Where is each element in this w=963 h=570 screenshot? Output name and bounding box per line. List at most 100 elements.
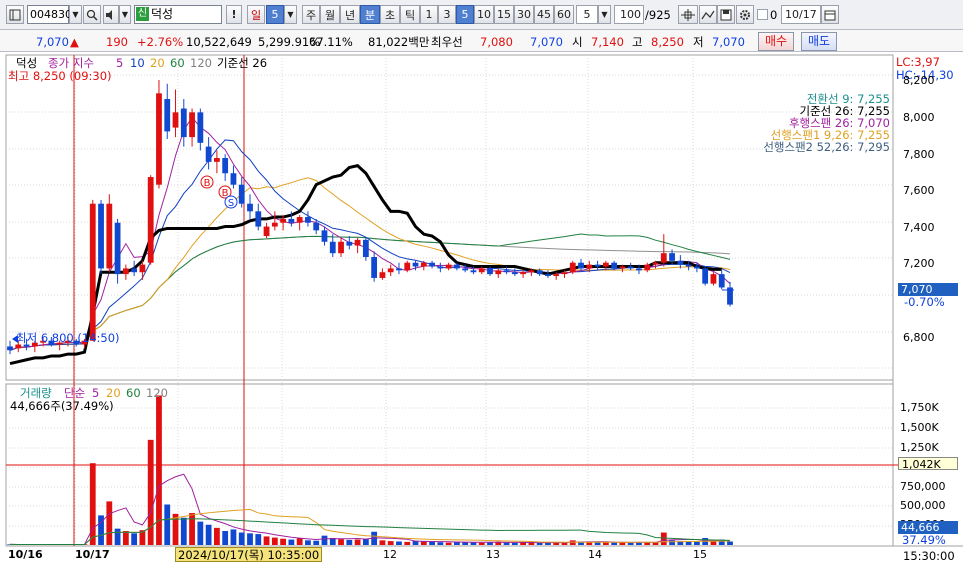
toggle-checkbox[interactable]	[757, 9, 768, 20]
candle-body	[98, 203, 104, 269]
calendar-icon[interactable]	[821, 5, 839, 24]
price-change: 190	[106, 35, 128, 49]
period-tick-button[interactable]: 틱	[400, 5, 420, 24]
volume-bar	[156, 395, 162, 545]
price-axis-tick: 6,800	[903, 331, 935, 344]
candle-body	[230, 173, 237, 185]
candle-body	[528, 270, 535, 273]
volume-axis-tick: 1,500K	[900, 421, 939, 434]
volume-reference-tag: 1,042K	[898, 457, 958, 471]
volume-bar	[189, 513, 195, 545]
interval-button-3[interactable]: 3	[438, 5, 456, 24]
volume-bar	[180, 517, 187, 545]
candle-body	[586, 264, 593, 269]
volume-bar	[247, 533, 253, 545]
time-axis-label: 12	[383, 548, 397, 561]
candle-body	[677, 260, 684, 265]
volume-bar	[106, 501, 113, 545]
time-axis-label: 10/17	[75, 548, 110, 561]
volume-bar	[205, 524, 212, 545]
signal-marker-text: B	[204, 178, 211, 189]
current-price-pct: -0.70%	[904, 295, 945, 309]
period-day-button[interactable]: 일	[247, 5, 265, 24]
interval-select[interactable]: 5	[576, 5, 598, 24]
crosshair-tool-icon[interactable]	[678, 5, 698, 24]
interval-button-10[interactable]: 10	[474, 5, 494, 24]
settings-gear-icon[interactable]	[736, 5, 754, 24]
search-icon[interactable]	[83, 5, 101, 24]
candle-body	[122, 268, 129, 275]
current-price: 7,070	[36, 35, 69, 49]
candle-body	[263, 226, 270, 237]
volume-bar	[429, 541, 435, 545]
candle-body	[694, 266, 700, 269]
interval-button-1[interactable]: 1	[420, 5, 438, 24]
volume-bar	[164, 504, 171, 545]
interval-button-30[interactable]: 30	[514, 5, 534, 24]
candle-body	[354, 239, 361, 246]
candle-body	[280, 218, 286, 223]
volume-bar	[222, 530, 229, 545]
period-dropdown-icon[interactable]: ▼	[284, 5, 297, 24]
speaker-dropdown-icon[interactable]: ▼	[119, 5, 131, 24]
period-minute-button[interactable]: 분	[360, 5, 380, 24]
candle-body	[545, 274, 551, 277]
volume-bar	[478, 542, 485, 545]
volume-bar	[313, 540, 320, 545]
candle-body	[362, 239, 369, 257]
candle-body	[288, 218, 295, 223]
legend-ma-120: 120	[190, 56, 212, 70]
interval-button-60[interactable]: 60	[554, 5, 574, 24]
interval-button-45[interactable]: 45	[534, 5, 554, 24]
candle-body	[652, 262, 659, 265]
high-label: 고	[632, 35, 643, 49]
symbol-dropdown-icon[interactable]: ▼	[69, 5, 82, 24]
candle-body	[404, 262, 411, 271]
interval-dropdown-icon[interactable]: ▼	[598, 5, 611, 24]
candle-body	[627, 266, 634, 269]
candle-body	[420, 262, 427, 267]
period-year-button[interactable]: 년	[340, 5, 360, 24]
candle-body	[429, 262, 435, 267]
period-week-button[interactable]: 주	[302, 5, 320, 24]
sell-button[interactable]: 매도	[801, 32, 837, 51]
candle-body	[454, 264, 460, 269]
interval-button-15[interactable]: 15	[494, 5, 514, 24]
volume-bar	[197, 521, 204, 545]
save-icon[interactable]	[717, 5, 735, 24]
candle-body	[329, 241, 336, 254]
period-second-button[interactable]: 초	[380, 5, 400, 24]
candle-body	[106, 203, 113, 269]
candle-body	[379, 272, 386, 278]
candle-body	[569, 262, 576, 273]
best-bid-price: 7,070	[530, 35, 563, 49]
price-change-pct: +2.76%	[137, 35, 184, 49]
trendline-tool-icon[interactable]	[699, 5, 717, 24]
low-price: 7,070	[712, 35, 745, 49]
bar-count-input[interactable]: 100	[614, 5, 644, 24]
candle-body	[214, 158, 220, 162]
turnover-rate: 67.11%	[309, 35, 353, 49]
candle-body	[445, 264, 452, 269]
buy-button[interactable]: 매수	[758, 32, 794, 51]
volume-bar	[238, 532, 245, 545]
candle-body	[636, 268, 642, 271]
period-month-button[interactable]: 월	[320, 5, 340, 24]
price-axis-tick: 8,200	[903, 74, 935, 87]
candle-body	[594, 264, 601, 267]
speaker-icon[interactable]	[103, 5, 119, 24]
period-day-number[interactable]: 5	[266, 5, 284, 24]
date-input[interactable]: 10/17	[781, 5, 821, 24]
volume-bar	[445, 542, 452, 545]
volume-ma-60: 60	[126, 386, 141, 400]
candle-body	[520, 272, 526, 275]
chart-layout-icon[interactable]	[6, 5, 24, 24]
alert-button[interactable]: !	[226, 5, 242, 24]
interval-button-5[interactable]: 5	[456, 5, 474, 24]
volume-bar	[545, 542, 551, 545]
symbol-code-input[interactable]: 004830	[27, 5, 72, 24]
candle-body	[578, 262, 584, 269]
volume-bar	[404, 541, 411, 545]
volume-bar	[354, 539, 361, 545]
volume-current-pct: 37.49%	[902, 533, 946, 547]
